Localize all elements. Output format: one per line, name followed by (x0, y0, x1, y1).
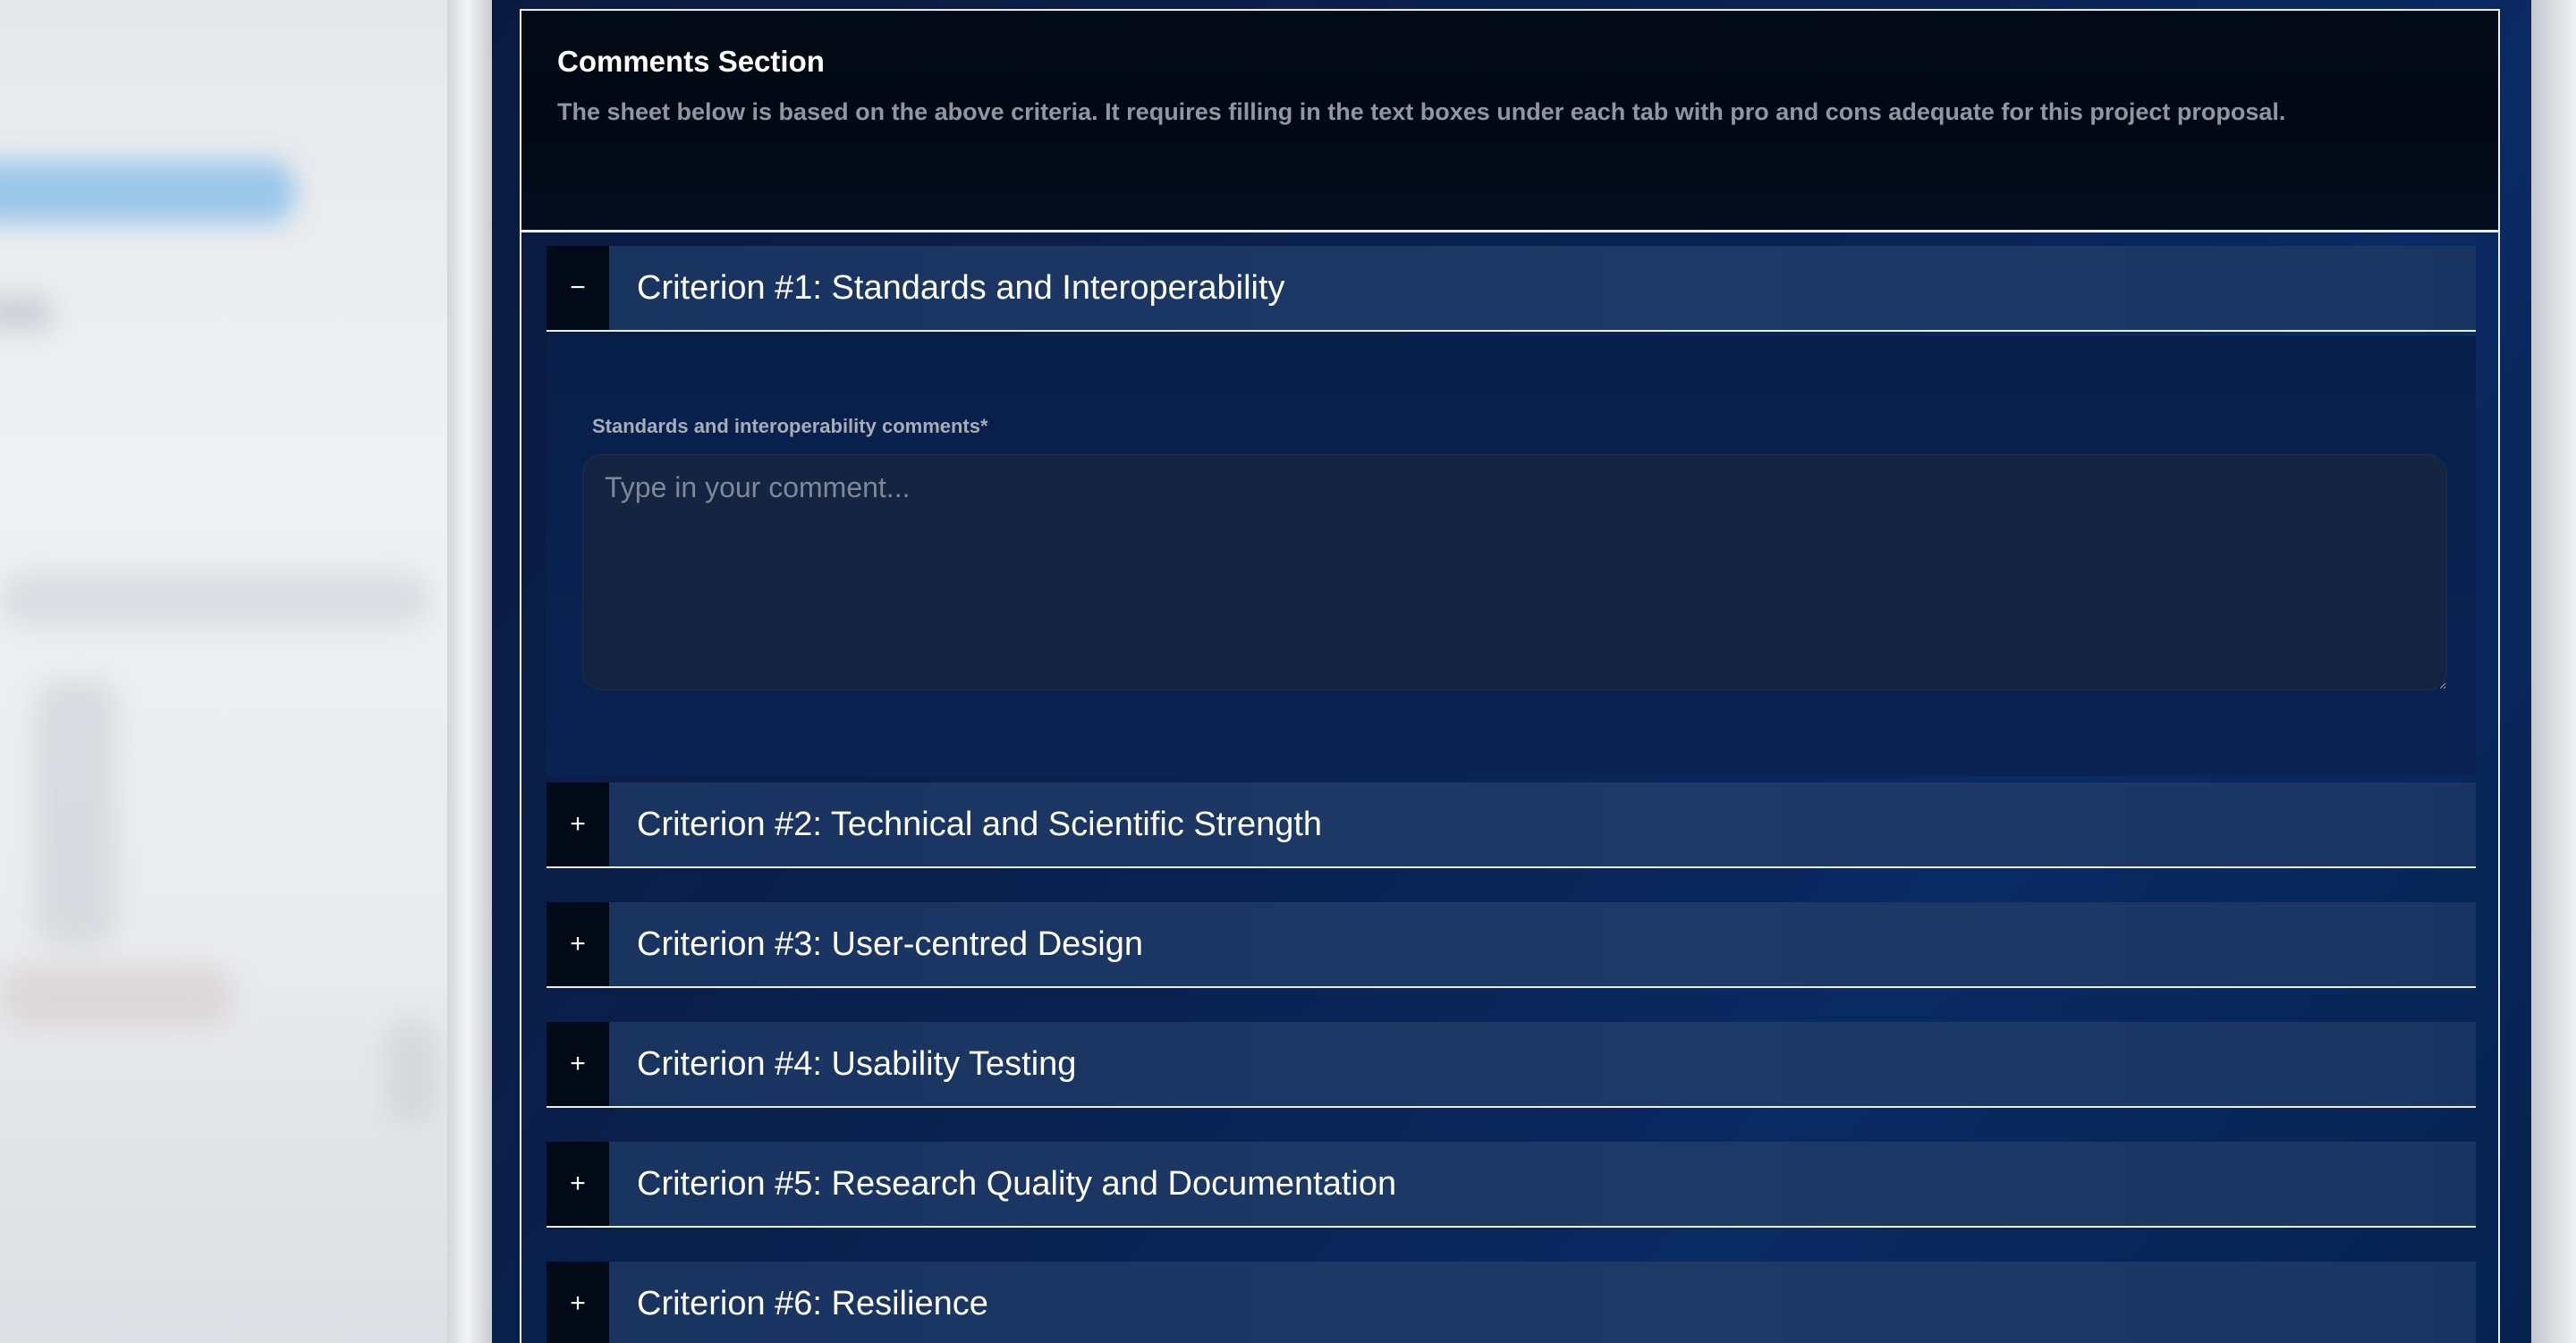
criterion-1-panel: Standards and interoperability comments* (547, 336, 2476, 776)
expand-icon[interactable]: + (547, 1262, 609, 1343)
comments-header: Comments Section The sheet below is base… (521, 11, 2498, 232)
expand-icon[interactable]: + (547, 1142, 609, 1226)
section-description: The sheet below is based on the above cr… (557, 98, 2286, 125)
comment-textarea[interactable] (582, 454, 2447, 690)
section-title: Comments Section (557, 45, 825, 78)
criterion-1-header[interactable]: − Criterion #1: Standards and Interopera… (547, 246, 2476, 332)
background-page-blurred (0, 0, 447, 1343)
expand-icon[interactable]: + (547, 902, 609, 986)
criterion-4-label: Criterion #4: Usability Testing (637, 1045, 1077, 1083)
comment-field-label: Standards and interoperability comments* (592, 415, 988, 437)
panel-gutter (447, 0, 492, 1343)
criterion-2-label: Criterion #2: Technical and Scientific S… (637, 806, 1323, 843)
criterion-4-header[interactable]: + Criterion #4: Usability Testing (547, 1022, 2476, 1108)
criterion-5-header[interactable]: + Criterion #5: Research Quality and Doc… (547, 1142, 2476, 1228)
criterion-3-header[interactable]: + Criterion #3: User-centred Design (547, 902, 2476, 988)
criterion-5-label: Criterion #5: Research Quality and Docum… (637, 1165, 1397, 1203)
expand-icon[interactable]: + (547, 782, 609, 866)
window-edge (2531, 0, 2576, 1343)
criterion-6-header[interactable]: + Criterion #6: Resilience (547, 1262, 2476, 1343)
criterion-6-label: Criterion #6: Resilience (637, 1285, 988, 1322)
criterion-2-header[interactable]: + Criterion #2: Technical and Scientific… (547, 782, 2476, 868)
criterion-3-label: Criterion #3: User-centred Design (637, 925, 1144, 963)
expand-icon[interactable]: + (547, 1022, 609, 1106)
collapse-icon[interactable]: − (547, 246, 609, 330)
main-content: Comments Section The sheet below is base… (492, 0, 2531, 1343)
criterion-1-label: Criterion #1: Standards and Interoperabi… (637, 269, 1285, 307)
